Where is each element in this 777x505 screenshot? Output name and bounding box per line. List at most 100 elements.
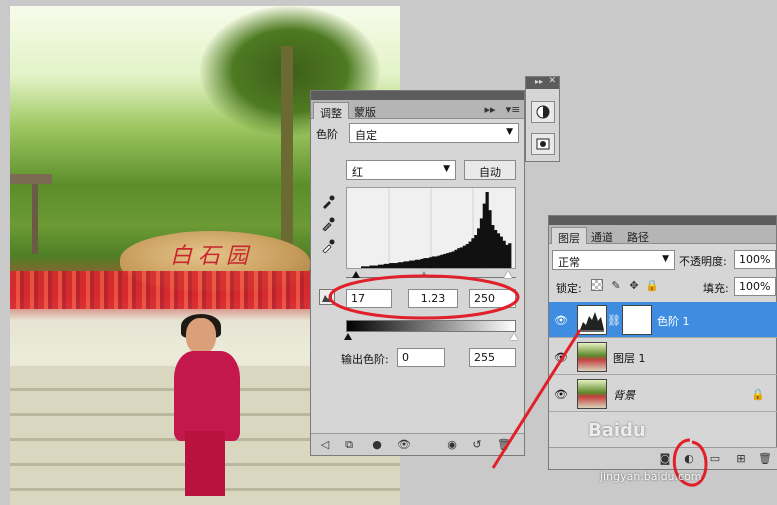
- layer-row-background[interactable]: 👁 背景 🔒: [549, 376, 777, 412]
- gray-eyedropper-icon[interactable]: [319, 215, 337, 233]
- histogram-bar: [451, 251, 455, 268]
- output-black-field[interactable]: 0: [397, 348, 445, 367]
- histogram-bar: [414, 259, 418, 268]
- input-levels-slider[interactable]: [346, 271, 516, 280]
- black-eyedropper-icon[interactable]: [319, 193, 337, 211]
- output-white-handle[interactable]: [510, 333, 518, 340]
- histogram-bar: [491, 225, 495, 268]
- lock-position-icon[interactable]: ✥: [627, 278, 641, 292]
- histogram-bar: [502, 240, 506, 268]
- output-levels-label: 输出色阶:: [341, 353, 389, 366]
- histogram-bar: [434, 256, 438, 268]
- back-arrow-icon[interactable]: ◁: [317, 437, 333, 452]
- histogram-bar: [488, 210, 492, 268]
- trash-icon[interactable]: 🗑: [757, 451, 773, 466]
- clip-to-layer-icon[interactable]: ●: [369, 437, 385, 452]
- tab-channels[interactable]: 通道: [585, 227, 619, 244]
- panel-grip[interactable]: [311, 91, 524, 100]
- input-white-handle[interactable]: [504, 271, 512, 278]
- opacity-field[interactable]: 100%: [734, 250, 776, 269]
- histogram-bar: [445, 253, 450, 268]
- expand-view-icon[interactable]: ⧉: [341, 437, 357, 452]
- histogram-bar: [400, 262, 404, 268]
- adjustments-icon: [536, 105, 550, 119]
- channel-dropdown[interactable]: 红 ▼: [346, 160, 456, 180]
- histogram-bar: [394, 263, 399, 268]
- input-black-handle[interactable]: [352, 271, 360, 278]
- histogram-bar: [496, 233, 501, 268]
- tab-adjustments[interactable]: 调整: [313, 102, 349, 120]
- input-black-field[interactable]: 17: [346, 289, 392, 308]
- channel-value: 红: [352, 166, 363, 179]
- lock-icon: 🔒: [751, 387, 765, 401]
- panel-menu-icon[interactable]: ▾≡: [505, 103, 521, 116]
- close-icon[interactable]: ✕: [548, 76, 556, 86]
- histogram-bar: [417, 259, 421, 268]
- collapse-icon[interactable]: ▸▸: [535, 77, 543, 86]
- tab-masks[interactable]: 蒙版: [348, 102, 382, 119]
- visibility-eye-icon[interactable]: 👁: [554, 387, 568, 401]
- lock-all-icon[interactable]: 🔒: [645, 278, 659, 292]
- palm-tree-trunk: [281, 46, 293, 246]
- layer-row-levels[interactable]: 👁 ⛓ 色阶 1: [549, 302, 777, 338]
- collapse-icon[interactable]: ▸▸: [483, 103, 497, 116]
- layer-name: 色阶 1: [657, 315, 690, 328]
- panel-grip[interactable]: [549, 216, 776, 225]
- white-eyedropper-icon[interactable]: [319, 237, 337, 255]
- histogram-bar: [505, 244, 509, 268]
- histogram-graph: [361, 188, 512, 268]
- flower-bed: [10, 271, 310, 309]
- histogram-bar: [397, 262, 402, 268]
- lock-transparency-icon[interactable]: [591, 279, 603, 291]
- levels-label: 色阶: [316, 128, 338, 141]
- visibility-eye-icon[interactable]: 👁: [554, 313, 568, 327]
- layer-mask-thumbnail[interactable]: [622, 305, 652, 335]
- output-white-field[interactable]: 255: [469, 348, 516, 367]
- histogram-bar: [392, 263, 396, 268]
- visibility-eye-icon[interactable]: 👁: [396, 437, 412, 452]
- tab-layers[interactable]: 图层: [551, 227, 587, 245]
- dock-header[interactable]: ▸▸ ✕: [526, 76, 559, 89]
- histogram-bar: [406, 261, 410, 268]
- stone-inscription: 白石园: [170, 244, 255, 269]
- reset-icon[interactable]: ↺: [469, 437, 485, 452]
- layer-thumbnail: [577, 342, 607, 372]
- histogram-bar: [426, 258, 430, 268]
- histogram-bar: [420, 258, 424, 268]
- link-icon[interactable]: ⛓: [607, 314, 621, 327]
- lock-pixels-icon[interactable]: ✎: [609, 278, 623, 292]
- histogram-bar: [508, 243, 512, 268]
- blend-mode-dropdown[interactable]: 正常 ▼: [552, 250, 675, 270]
- new-adjustment-layer-icon[interactable]: ◐: [681, 451, 697, 466]
- histogram-bar: [383, 263, 387, 268]
- new-group-icon[interactable]: ▭: [707, 451, 723, 466]
- output-black-handle[interactable]: [344, 333, 352, 340]
- trash-icon[interactable]: 🗑: [496, 437, 512, 452]
- levels-adjustment-icon: [577, 305, 607, 335]
- input-gamma-handle[interactable]: [420, 271, 428, 278]
- output-levels-slider[interactable]: [344, 333, 518, 342]
- histogram-bar: [361, 266, 365, 268]
- histogram-clip-icon[interactable]: [319, 289, 335, 305]
- histogram-bar: [380, 264, 385, 268]
- gazebo: [10, 174, 52, 254]
- histogram-bar: [431, 256, 435, 268]
- new-layer-icon[interactable]: ⊞: [733, 451, 749, 466]
- auto-button[interactable]: 自动: [464, 160, 516, 180]
- fill-field[interactable]: 100%: [734, 277, 776, 296]
- input-white-field[interactable]: 250: [469, 289, 516, 308]
- histogram-bar: [494, 230, 498, 268]
- adjustments-panel-button[interactable]: [531, 101, 555, 123]
- view-previous-icon[interactable]: ◉: [444, 437, 460, 452]
- masks-panel-button[interactable]: [531, 133, 555, 155]
- layer-row-layer1[interactable]: 👁 图层 1: [549, 339, 777, 375]
- add-mask-icon[interactable]: ◙: [657, 451, 673, 466]
- lock-label: 锁定:: [556, 282, 582, 295]
- histogram-bar: [477, 228, 481, 268]
- histogram-bar: [485, 192, 489, 268]
- person-legs: [185, 431, 225, 496]
- preset-dropdown[interactable]: 自定 ▼: [349, 123, 519, 143]
- input-gamma-field[interactable]: 1.23: [408, 289, 458, 308]
- tab-paths[interactable]: 路径: [621, 227, 655, 244]
- visibility-eye-icon[interactable]: 👁: [554, 350, 568, 364]
